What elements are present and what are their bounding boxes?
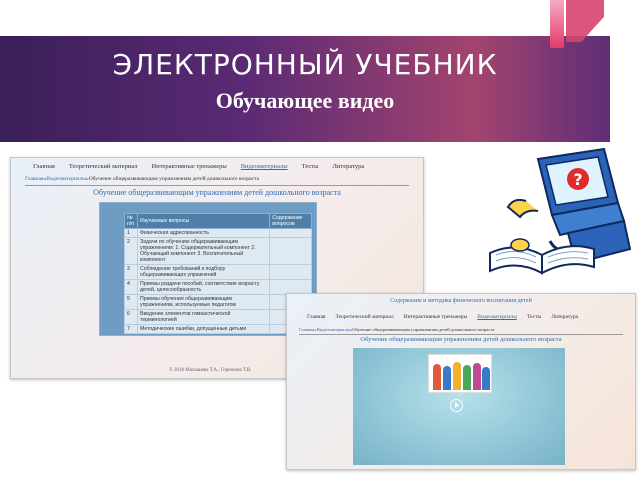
breadcrumb-section[interactable]: Видеоматериалы xyxy=(46,176,86,182)
screenshot-video-page: Содержание и методика физического воспит… xyxy=(286,293,636,470)
computer-reading-book-icon: ? xyxy=(489,147,632,275)
table-row: 1 Физическая адресованность xyxy=(124,228,312,238)
questions-table: № п/п Изучаемые вопросы Содержание вопро… xyxy=(124,213,312,334)
top-nav: Главная Теоретический материал Интеракти… xyxy=(307,314,578,320)
breadcrumb-home[interactable]: Главная xyxy=(25,176,43,182)
table-row: 5 Приемы обучения общеразвивающим упражн… xyxy=(124,294,312,310)
nav-item-theory[interactable]: Теоретический материал xyxy=(335,314,393,320)
divider xyxy=(25,185,409,186)
col-header-questions: Изучаемые вопросы xyxy=(136,213,271,229)
nav-item-tests[interactable]: Тесты xyxy=(302,163,319,170)
table-row: 4 Приемы раздачи пособий, соответствие в… xyxy=(124,279,312,295)
divider xyxy=(299,334,623,335)
breadcrumb: Главная»Видеоматериалы»Обучение общеразв… xyxy=(299,327,495,332)
col-header-num: № п/п xyxy=(124,213,138,229)
copyright-footer: © 2018 Малышева Т.А., Горюнова Т.В. xyxy=(169,368,252,373)
breadcrumb: Главная»Видеоматериалы»Обучение общеразв… xyxy=(25,176,259,182)
nav-item-tests[interactable]: Тесты xyxy=(527,314,541,320)
table-row: 6 Введение элементов гимнастической терм… xyxy=(124,309,312,325)
col-header-content: Содержание вопросов xyxy=(269,213,312,229)
nav-item-literature[interactable]: Литература xyxy=(333,163,365,170)
nav-item-video[interactable]: Видеоматериалы xyxy=(477,314,517,320)
slide-title: ЭЛЕКТРОННЫЙ УЧЕБНИК xyxy=(112,48,498,81)
breadcrumb-page: Обучение общеразвивающим упражнениям дет… xyxy=(352,327,495,332)
nav-item-theory[interactable]: Теоретический материал xyxy=(69,163,138,170)
video-player[interactable] xyxy=(353,348,565,465)
page-heading: Обучение общеразвивающим упражнениям дет… xyxy=(360,336,562,343)
nav-item-home[interactable]: Главная xyxy=(33,163,55,170)
breadcrumb-section[interactable]: Видеоматериалы xyxy=(317,327,350,332)
svg-text:?: ? xyxy=(573,170,582,189)
slide-subtitle: Обучающее видео xyxy=(215,88,395,113)
page-heading: Обучение общеразвивающим упражнениям дет… xyxy=(93,188,341,197)
video-thumbnail xyxy=(428,354,492,393)
table-row: 2 Задачи по обучению общеразвивающим упр… xyxy=(124,237,312,265)
breadcrumb-page: Обучение общеразвивающим упражнениям дет… xyxy=(88,176,259,182)
top-nav: Главная Теоретический материал Интеракти… xyxy=(33,163,364,170)
nav-item-literature[interactable]: Литература xyxy=(551,314,578,320)
play-icon[interactable] xyxy=(450,399,463,412)
table-panel: № п/п Изучаемые вопросы Содержание вопро… xyxy=(99,202,317,336)
nav-item-trainers[interactable]: Интерактивные тренажеры xyxy=(404,314,468,320)
breadcrumb-home[interactable]: Главная xyxy=(299,327,314,332)
table-row: 3 Соблюдение требований к подбору общера… xyxy=(124,264,312,280)
table-row: 7 Методические ошибки, допущенные детьми xyxy=(124,324,312,334)
nav-item-home[interactable]: Главная xyxy=(307,314,325,320)
nav-item-video[interactable]: Видеоматериалы xyxy=(241,163,288,170)
site-title: Содержание и методика физического воспит… xyxy=(390,298,532,304)
decor-bar xyxy=(550,0,564,48)
nav-item-trainers[interactable]: Интерактивные тренажеры xyxy=(152,163,227,170)
